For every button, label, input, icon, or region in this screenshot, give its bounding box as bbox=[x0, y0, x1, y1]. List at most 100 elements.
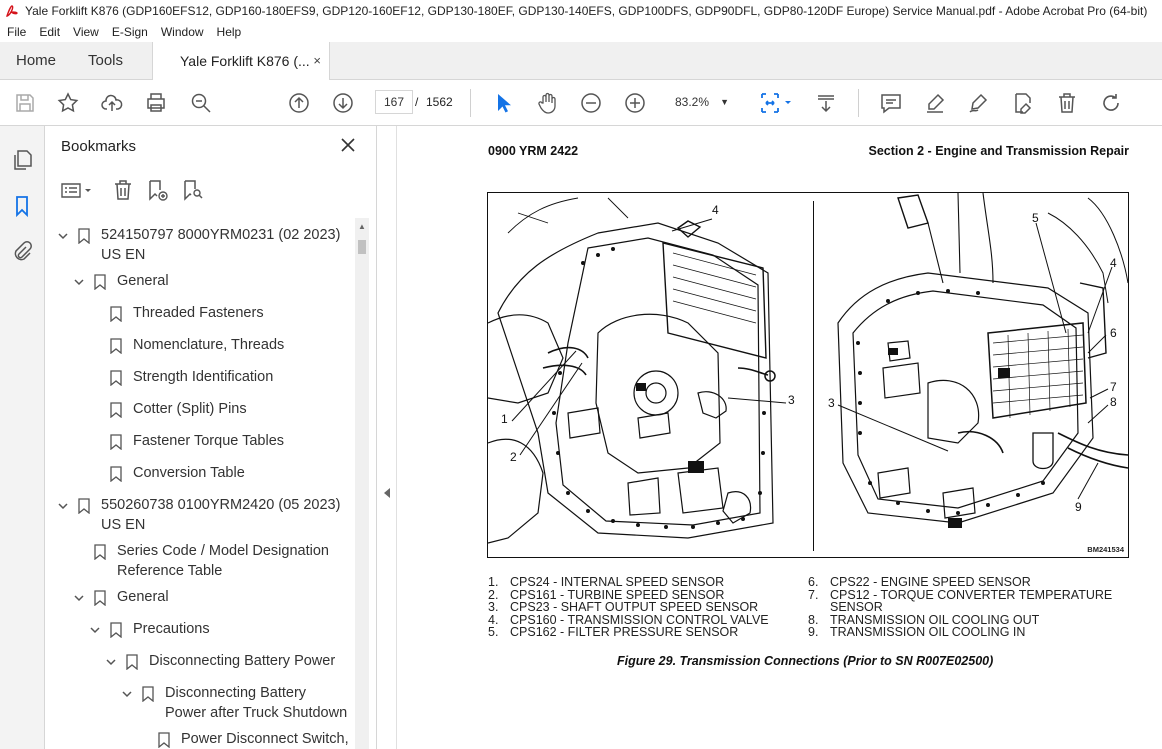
callout-label: 2 bbox=[510, 450, 517, 464]
redo-icon[interactable] bbox=[1099, 91, 1123, 115]
bookmark-icon bbox=[78, 228, 90, 244]
scroll-mode-icon[interactable] bbox=[814, 91, 838, 115]
callout-label: 7 bbox=[1110, 380, 1117, 394]
bookmark-icon bbox=[110, 402, 122, 418]
edit-pdf-icon[interactable] bbox=[1011, 91, 1035, 115]
chevron-down-icon[interactable] bbox=[57, 230, 69, 242]
bookmarks-panel: Bookmarks 524150797 8000YRM0231 (02 2023… bbox=[45, 126, 377, 749]
chevron-down-icon: ▼ bbox=[720, 97, 729, 107]
toolbar-divider bbox=[858, 89, 859, 117]
search-zoom-icon[interactable] bbox=[189, 91, 213, 115]
close-icon[interactable] bbox=[339, 136, 357, 154]
document-view[interactable]: 0900 YRM 2422 Section 2 - Engine and Tra… bbox=[377, 126, 1162, 749]
bookmark-item[interactable]: Strength Identification bbox=[45, 367, 355, 387]
menu-view[interactable]: View bbox=[66, 25, 105, 39]
highlight-pen-icon[interactable] bbox=[923, 91, 947, 115]
bookmark-item[interactable]: Fastener Torque Tables bbox=[45, 431, 355, 451]
upload-cloud-icon[interactable] bbox=[100, 91, 124, 115]
page-edge bbox=[396, 126, 397, 749]
menu-bar: File Edit View E-Sign Window Help bbox=[0, 22, 1162, 42]
figure-divider bbox=[813, 201, 814, 551]
callout-label: 3 bbox=[788, 393, 795, 407]
figure-id: BM241534 bbox=[1087, 545, 1124, 554]
bookmark-item[interactable]: Disconnecting Battery Power after Truck … bbox=[45, 683, 355, 723]
page-header-right: Section 2 - Engine and Transmission Repa… bbox=[868, 144, 1129, 158]
bookmark-item[interactable]: Disconnecting Battery Power bbox=[45, 651, 355, 671]
bookmark-item[interactable]: 524150797 8000YRM0231 (02 2023) US EN bbox=[45, 225, 355, 265]
zoom-in-icon[interactable] bbox=[623, 91, 647, 115]
chevron-down-icon[interactable] bbox=[121, 688, 133, 700]
bookmark-icon bbox=[94, 544, 106, 560]
bookmarks-toolbar bbox=[45, 174, 377, 208]
callout-label: 5 bbox=[1032, 211, 1039, 225]
bookmark-item[interactable]: 550260738 0100YRM2420 (05 2023) US EN bbox=[45, 495, 355, 535]
menu-edit[interactable]: Edit bbox=[32, 25, 66, 39]
hand-tool-icon[interactable] bbox=[535, 91, 559, 115]
bookmark-item[interactable]: General bbox=[45, 587, 355, 607]
bookmark-search-icon[interactable] bbox=[180, 178, 204, 202]
bookmark-icon bbox=[110, 622, 122, 638]
scroll-up-icon[interactable]: ▲ bbox=[358, 222, 366, 231]
chevron-down-icon[interactable] bbox=[89, 624, 101, 636]
bookmark-item[interactable]: Power Disconnect Switch, bbox=[45, 729, 355, 749]
figure-illustration: 4 3 1 2 5 4 6 7 8 3 9 BM241534 bbox=[487, 192, 1129, 558]
bookmark-icon bbox=[142, 686, 154, 702]
bookmark-icon bbox=[110, 306, 122, 322]
previous-page-icon[interactable] bbox=[287, 91, 311, 115]
tab-tools[interactable]: Tools bbox=[88, 42, 123, 80]
menu-window[interactable]: Window bbox=[154, 25, 210, 39]
page-thumbnails-icon[interactable] bbox=[10, 148, 34, 172]
chevron-down-icon[interactable] bbox=[105, 656, 117, 668]
next-page-icon[interactable] bbox=[331, 91, 355, 115]
callout-label: 4 bbox=[712, 203, 719, 217]
draw-sign-icon[interactable] bbox=[967, 91, 991, 115]
bookmark-icon bbox=[110, 338, 122, 354]
bookmarks-panel-icon[interactable] bbox=[10, 194, 34, 218]
save-icon[interactable] bbox=[13, 91, 37, 115]
page-number-input[interactable]: 167 bbox=[375, 90, 413, 114]
bookmark-icon bbox=[110, 370, 122, 386]
chevron-down-icon[interactable] bbox=[73, 592, 85, 604]
toolbar-divider bbox=[470, 89, 471, 117]
zoom-out-icon[interactable] bbox=[579, 91, 603, 115]
bookmark-item[interactable]: Conversion Table bbox=[45, 463, 355, 483]
callout-label: 8 bbox=[1110, 395, 1117, 409]
chevron-down-icon[interactable] bbox=[73, 276, 85, 288]
bookmark-item[interactable]: Cotter (Split) Pins bbox=[45, 399, 355, 419]
bookmark-item[interactable]: Nomenclature, Threads bbox=[45, 335, 355, 355]
bookmark-item[interactable]: Precautions bbox=[45, 619, 355, 639]
collapse-panel-icon[interactable] bbox=[382, 486, 392, 498]
window-title: Yale Forklift K876 (GDP160EFS12, GDP160-… bbox=[25, 4, 1148, 18]
menu-esign[interactable]: E-Sign bbox=[105, 25, 154, 39]
delete-trash-icon[interactable] bbox=[1055, 91, 1079, 115]
bookmark-star-icon[interactable] bbox=[56, 91, 80, 115]
bookmark-icon bbox=[94, 590, 106, 606]
bookmark-item[interactable]: Threaded Fasteners bbox=[45, 303, 355, 323]
options-menu-icon[interactable] bbox=[59, 178, 95, 202]
attachments-icon[interactable] bbox=[10, 240, 34, 264]
bookmark-item[interactable]: Series Code / Model Designation Referenc… bbox=[45, 541, 355, 581]
bookmarks-scrollbar[interactable]: ▲ bbox=[355, 218, 369, 749]
chevron-down-icon[interactable] bbox=[57, 500, 69, 512]
title-bar: Yale Forklift K876 (GDP160EFS12, GDP160-… bbox=[0, 0, 1162, 22]
select-cursor-icon[interactable] bbox=[491, 91, 515, 115]
callout-label: 4 bbox=[1110, 256, 1117, 270]
scrollbar-thumb[interactable] bbox=[358, 240, 366, 254]
bookmark-item[interactable]: General bbox=[45, 271, 355, 291]
bookmark-icon bbox=[110, 466, 122, 482]
menu-help[interactable]: Help bbox=[210, 25, 248, 39]
zoom-value: 83.2% bbox=[675, 95, 710, 109]
fit-page-icon[interactable] bbox=[758, 91, 794, 115]
page-separator: / bbox=[415, 95, 419, 109]
comment-icon[interactable] bbox=[879, 91, 903, 115]
print-icon[interactable] bbox=[144, 91, 168, 115]
zoom-select[interactable]: 83.2% ▼ bbox=[667, 90, 737, 114]
bookmarks-title: Bookmarks bbox=[61, 138, 137, 155]
delete-bookmark-icon[interactable] bbox=[111, 178, 135, 202]
tab-home[interactable]: Home bbox=[16, 42, 56, 80]
tab-close-icon[interactable]: × bbox=[313, 42, 321, 80]
tab-document[interactable]: Yale Forklift K876 (... × bbox=[152, 42, 330, 81]
menu-file[interactable]: File bbox=[0, 25, 32, 39]
new-bookmark-icon[interactable] bbox=[145, 178, 169, 202]
bookmark-icon bbox=[78, 498, 90, 514]
